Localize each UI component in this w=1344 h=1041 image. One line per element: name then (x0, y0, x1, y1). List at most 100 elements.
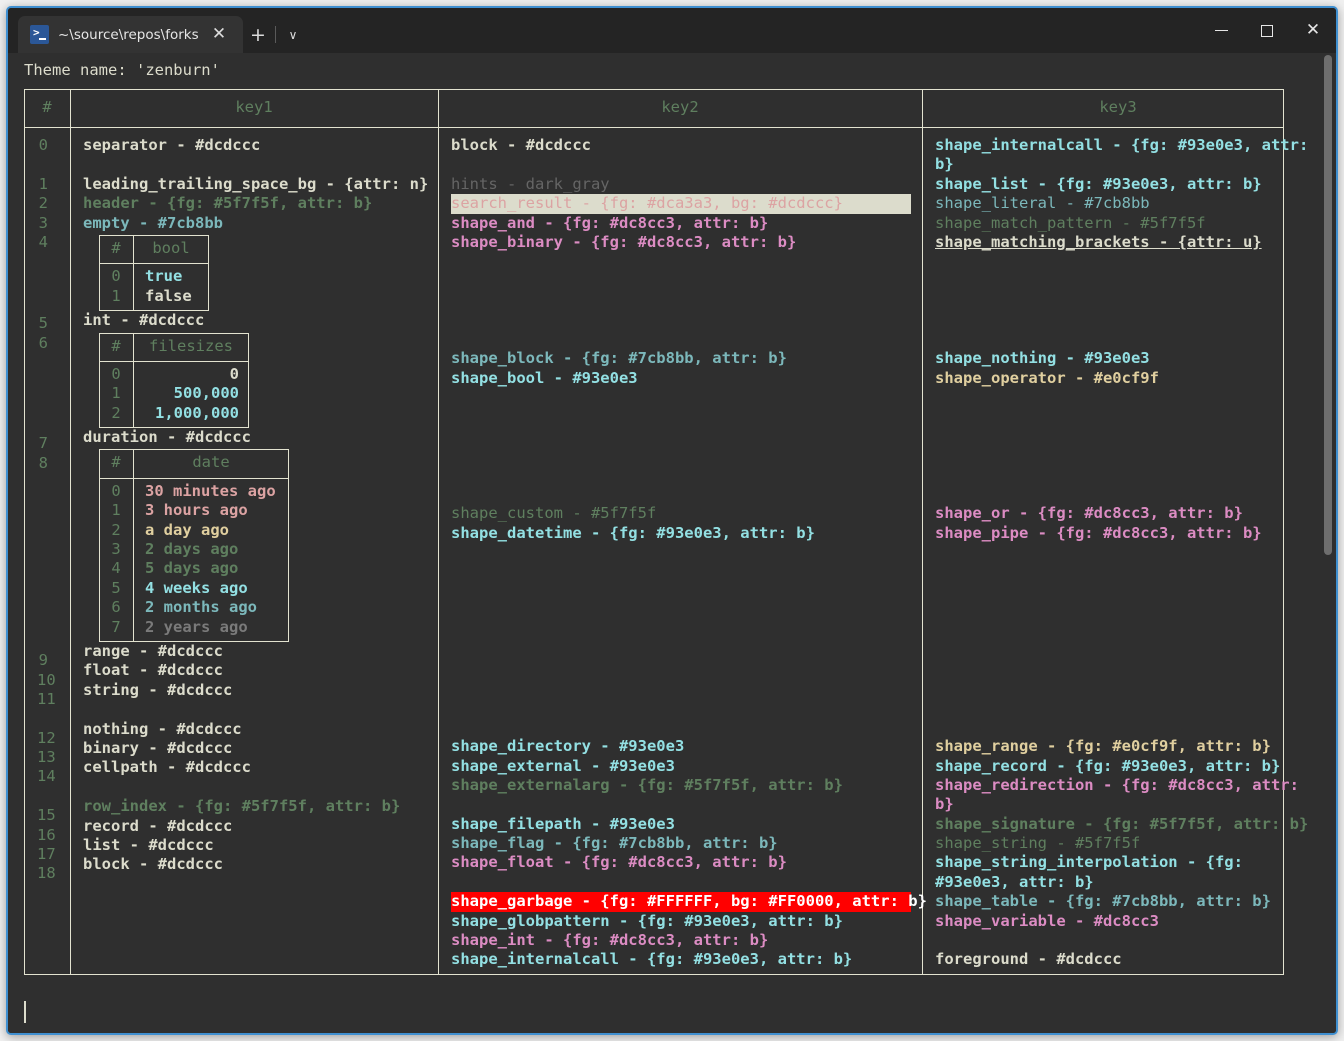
sub-row-index: 7 (111, 617, 121, 636)
key1-line: range - #dcdccc (83, 641, 223, 660)
key2-line: shape_internalcall - {fg: #93e0e3, attr:… (451, 950, 853, 969)
window-controls: ✕ (1198, 8, 1336, 53)
key2-line: shape_flag - {fg: #7cb8bb, attr: b} (451, 834, 778, 853)
key2-line: shape_filepath - #93e0e3 (451, 814, 675, 833)
close-window-button[interactable]: ✕ (1290, 8, 1336, 53)
sub-table-row: 1 500,000 (99, 384, 249, 403)
divider (275, 26, 276, 43)
sub-row-index: 5 (111, 578, 121, 597)
sub-row-value: true (145, 267, 183, 286)
key2-line (451, 601, 911, 620)
key3-line (935, 660, 1303, 679)
key2-line (451, 330, 911, 349)
key2-line: shape_block - {fg: #7cb8bb, attr: b} (451, 349, 787, 368)
key3-line (935, 388, 1303, 407)
key3-line: shape_operator - #e0cf9f (935, 368, 1159, 387)
key3-line (935, 272, 1303, 291)
key2-line: search_result - {fg: #dca3a3, bg: #dcdcc… (451, 194, 911, 214)
table-header-row: # key1 key2 key3 (24, 89, 1316, 127)
key3-line (935, 563, 1303, 582)
key2-line: shape_bool - #93e0e3 (451, 368, 638, 387)
key1-line: separator - #dcdccc (83, 136, 261, 154)
key2-line: shape_binary - {fg: #dc8cc3, attr: b} (451, 232, 797, 251)
sub-row-index: 3 (111, 540, 121, 559)
key2-line (451, 718, 911, 737)
close-icon[interactable]: ✕ (207, 26, 231, 43)
tab-nu-script[interactable]: ~\source\repos\forks\nu_scrip ✕ (18, 16, 243, 53)
sub-border-right (248, 332, 249, 429)
key2-line (451, 155, 911, 174)
terminal-output[interactable]: Theme name: 'zenburn' # key1 key2 key3 0… (8, 53, 1336, 1033)
sub-table-row: 1 false (99, 287, 209, 306)
sub-table-row: 7 2 years ago (99, 618, 289, 637)
row-index: 15 (37, 806, 56, 825)
scrollbar[interactable] (1324, 55, 1332, 555)
sub-header-index: # (111, 336, 121, 355)
key3-line: shape_literal - #7cb8bb (935, 194, 1150, 213)
text-cursor (24, 1001, 26, 1023)
sub-row-value: 30 minutes ago (145, 481, 276, 500)
sub-row-index: 0 (111, 364, 121, 383)
minimize-button[interactable] (1198, 8, 1244, 53)
sub-table-row: 6 2 months ago (99, 598, 289, 617)
sub-row-index: 0 (111, 267, 121, 286)
key2-line (451, 427, 911, 446)
key3-line: shape_string_interpolation - {fg: (935, 853, 1243, 872)
key3-line: foreground - #dcdccc (935, 950, 1122, 969)
key1-line: string - #dcdccc (83, 680, 233, 699)
key3-line (935, 252, 1303, 271)
key1-line: float - #dcdccc (83, 661, 223, 680)
sub-row-value: a day ago (145, 520, 229, 539)
key2-column: block - #dcdccc hints - dark_gray search_… (438, 127, 927, 979)
sub-table-row: 2 1,000,000 (99, 404, 249, 423)
sub-border-header (99, 360, 249, 362)
key1-line: row_index - {fg: #5f7f5f, attr: b} (83, 797, 401, 816)
table-border-top (24, 89, 1284, 90)
row-index: 3 (38, 213, 48, 232)
row-index: 11 (37, 689, 56, 708)
key3-line (935, 601, 1303, 620)
key2-line: shape_float - {fg: #dc8cc3, attr: b} (451, 853, 787, 872)
key3-line: shape_internalcall - {fg: #93e0e3, attr: (935, 136, 1309, 154)
theme-table: # key1 key2 key3 0 1 2 3 4 5 6 7 8 9 10 11 12 13 14 … (24, 89, 1316, 979)
sub-row-value: 2 days ago (145, 540, 239, 559)
sub-border-header (99, 263, 209, 265)
key2-line (451, 311, 911, 330)
subtable-filesizes: # filesizes 0 0 1 500,000 2 1,000,000 (99, 332, 249, 429)
key1-line: block - #dcdccc (83, 855, 223, 874)
key3-line (935, 446, 1303, 465)
sub-row-value: false (145, 286, 192, 305)
key2-line: shape_globpattern - {fg: #93e0e3, attr: … (451, 911, 843, 930)
key2-line (451, 466, 911, 485)
key3-line: b} (935, 795, 954, 814)
key3-line (935, 407, 1303, 426)
header-key1: key1 (235, 98, 273, 117)
key1-line: record - #dcdccc (83, 816, 233, 835)
maximize-button[interactable] (1244, 8, 1290, 53)
sub-border-top (99, 449, 289, 451)
sub-row-index: 2 (111, 403, 121, 422)
key3-line (935, 291, 1303, 310)
header-key3: key3 (1099, 98, 1137, 117)
tab-strip: ~\source\repos\forks\nu_scrip ✕ + ∨ (8, 8, 308, 53)
row-index: 18 (37, 864, 56, 883)
sub-row-index: 4 (111, 559, 121, 578)
key3-line: shape_matching_brackets - {attr: u} (935, 232, 1262, 251)
row-index: 10 (37, 670, 56, 689)
sub-border-top (99, 234, 209, 236)
sub-table-row: 0 true (99, 267, 209, 286)
key3-line: shape_redirection - {fg: #dc8cc3, attr: (935, 775, 1299, 794)
sub-table-row: 5 4 weeks ago (99, 579, 289, 598)
key1-line: nothing - #dcdccc (83, 719, 242, 738)
sub-border-bottom (99, 641, 289, 643)
key1-line: duration - #dcdccc (83, 428, 251, 447)
row-index: 4 (38, 232, 48, 251)
row-index: 12 (37, 728, 56, 747)
chevron-down-icon[interactable]: ∨ (278, 16, 308, 53)
row-index: 14 (37, 767, 56, 786)
key2-line (451, 388, 911, 407)
sub-row-index: 2 (111, 520, 121, 539)
row-index (37, 787, 59, 806)
key2-line (451, 485, 911, 504)
new-tab-button[interactable]: + (243, 16, 273, 53)
